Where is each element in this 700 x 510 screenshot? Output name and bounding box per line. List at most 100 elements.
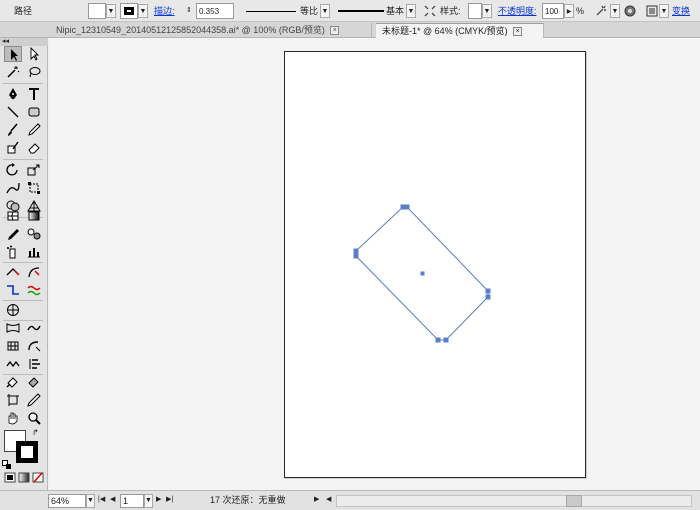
- globe-tool-icon[interactable]: [4, 302, 22, 318]
- control-bar: 路径 ▼ ▼ 描边: ⇕ 0.353 等比 ▼ 基本 ▼ 样式: ▼ 不透明度:…: [0, 0, 700, 22]
- stroke-weight-field[interactable]: 0.353: [196, 3, 234, 19]
- horizontal-scrollbar[interactable]: [336, 495, 692, 507]
- stroke-swatch[interactable]: [120, 3, 138, 19]
- anchor-point[interactable]: [353, 248, 359, 254]
- pencil-tool-icon[interactable]: [25, 122, 43, 138]
- recolor-dropdown-arrow[interactable]: ▼: [610, 4, 620, 18]
- warp-tool-icon[interactable]: [4, 180, 22, 196]
- last-artboard-button[interactable]: ▶|: [166, 494, 178, 508]
- align-dropdown-arrow[interactable]: ▼: [659, 4, 669, 18]
- align-tool-icon[interactable]: [25, 356, 43, 372]
- opacity-arrow[interactable]: ▶: [564, 4, 574, 18]
- free-transform-tool-icon[interactable]: [25, 180, 43, 196]
- default-fill-stroke-icon[interactable]: [2, 460, 12, 470]
- canvas-area[interactable]: [49, 38, 700, 490]
- zoom-tool-icon[interactable]: [25, 410, 43, 426]
- stroke-stepper-icon[interactable]: ⇕: [186, 3, 196, 19]
- style-swatch[interactable]: [468, 3, 482, 19]
- blend-tool-icon[interactable]: [25, 226, 43, 242]
- column-graph-tool-icon[interactable]: [25, 244, 43, 260]
- brush-dropdown-arrow[interactable]: ▼: [406, 4, 416, 18]
- envelope-distort-tool-icon[interactable]: [4, 320, 22, 336]
- isolate-group-icon[interactable]: [622, 3, 638, 19]
- pen-tool-icon[interactable]: [4, 86, 22, 102]
- line-segment-tool-icon[interactable]: [4, 104, 22, 120]
- stroke-dropdown-arrow[interactable]: ▼: [138, 4, 148, 18]
- direct-selection-tool-icon[interactable]: [25, 46, 43, 62]
- none-mode-icon[interactable]: [32, 472, 44, 483]
- symbol-sprayer-tool-icon[interactable]: [4, 244, 22, 260]
- fill-swatch[interactable]: [88, 3, 106, 19]
- blob-brush-tool-icon[interactable]: [4, 140, 22, 156]
- wave-distort-tool-icon[interactable]: [25, 320, 43, 336]
- rotate-tool-icon[interactable]: [4, 162, 22, 178]
- first-artboard-button[interactable]: |◀: [98, 494, 108, 508]
- gradient-mode-icon[interactable]: [18, 472, 30, 483]
- anchor-point[interactable]: [443, 337, 449, 343]
- scale-tool-icon[interactable]: [25, 162, 43, 178]
- anchor-point[interactable]: [485, 294, 491, 300]
- next-artboard-button[interactable]: ▶: [156, 494, 164, 508]
- mesh-tool-icon[interactable]: [4, 208, 22, 224]
- color-mode-icon[interactable]: [4, 472, 16, 483]
- anchor-point[interactable]: [353, 253, 359, 259]
- paintbrush-tool-icon[interactable]: [4, 122, 22, 138]
- style-dropdown-arrow[interactable]: ▼: [482, 4, 492, 18]
- slice-tool-icon[interactable]: [25, 392, 43, 408]
- eyedropper-tool-icon[interactable]: [4, 226, 22, 242]
- close-icon[interactable]: ×: [513, 27, 523, 37]
- opacity-unit: %: [576, 6, 585, 16]
- tools-panel-grip[interactable]: ◂◂: [0, 38, 48, 46]
- graphic-style-icon[interactable]: [422, 3, 438, 19]
- gradient-tool-icon[interactable]: [25, 208, 43, 224]
- anchor-point[interactable]: [404, 204, 410, 210]
- anchor-convert-tool-icon[interactable]: [4, 282, 22, 298]
- anchor-point[interactable]: [485, 288, 491, 294]
- lasso-tool-icon[interactable]: [25, 64, 43, 80]
- opacity-panel-link[interactable]: 不透明度:: [498, 3, 542, 19]
- stroke-panel-link[interactable]: 描边:: [154, 3, 184, 19]
- transform-panel-link[interactable]: 变换: [672, 3, 696, 19]
- grid-tool-icon[interactable]: [4, 338, 22, 354]
- close-icon[interactable]: ×: [330, 26, 340, 36]
- previous-artboard-button[interactable]: ◀: [110, 494, 118, 508]
- stroke-swatch-icon: [124, 7, 134, 15]
- artboard-tool-icon[interactable]: [4, 392, 22, 408]
- eraser-tool-icon[interactable]: [25, 140, 43, 156]
- smooth-path-tool-icon[interactable]: [25, 282, 43, 298]
- selection-tool-icon[interactable]: [4, 46, 22, 62]
- zoom-field[interactable]: 64%: [48, 494, 86, 508]
- magic-wand-tool-icon[interactable]: [4, 64, 22, 80]
- artboard-dropdown-arrow[interactable]: ▼: [144, 494, 153, 508]
- align-options-icon[interactable]: [644, 3, 660, 19]
- profile-dropdown-arrow[interactable]: ▼: [320, 4, 330, 18]
- stroke-profile-preview: [246, 11, 296, 12]
- selected-path[interactable]: [49, 38, 700, 490]
- tab-document-2-label: 未标题-1* @ 64% (CMYK/预览): [382, 26, 508, 36]
- status-bar: 64% ▼ |◀ ◀ 1 ▼ ▶ ▶| 17 次还原：无重做 ▶ ◀: [0, 490, 700, 510]
- tab-document-2[interactable]: 未标题-1* @ 64% (CMYK/预览) ×: [376, 23, 544, 38]
- stroke-color-swatch[interactable]: [16, 441, 38, 463]
- rectangle-tool-icon[interactable]: [25, 104, 43, 120]
- hand-tool-icon[interactable]: [4, 410, 22, 426]
- live-paint-selection-tool-icon[interactable]: [25, 374, 43, 390]
- zoom-dropdown-arrow[interactable]: ▼: [86, 494, 95, 508]
- pen-width-tool-icon[interactable]: [4, 264, 22, 280]
- scroll-left-button[interactable]: ◀: [326, 494, 334, 508]
- artboard-number-field[interactable]: 1: [120, 494, 144, 508]
- horizontal-scroll-thumb[interactable]: [566, 495, 582, 507]
- recolor-artwork-icon[interactable]: [594, 3, 610, 19]
- swap-fill-stroke-icon[interactable]: ↱: [32, 428, 42, 438]
- curvature-tool-icon[interactable]: [25, 264, 43, 280]
- live-paint-bucket-tool-icon[interactable]: [4, 374, 22, 390]
- zigzag-tool-icon[interactable]: [4, 356, 22, 372]
- type-tool-icon[interactable]: [25, 86, 43, 102]
- opacity-field[interactable]: 100: [542, 3, 564, 19]
- anchor-point[interactable]: [435, 337, 441, 343]
- tab-document-1-label: Nipic_12310549_20140512125852044358.ai* …: [56, 25, 325, 35]
- status-menu-arrow[interactable]: ▶: [314, 494, 322, 508]
- tab-document-1[interactable]: Nipic_12310549_20140512125852044358.ai* …: [50, 23, 372, 38]
- status-text: 17 次还原：无重做: [210, 495, 286, 505]
- arc-tool-icon[interactable]: [25, 338, 43, 354]
- fill-dropdown-arrow[interactable]: ▼: [106, 4, 116, 18]
